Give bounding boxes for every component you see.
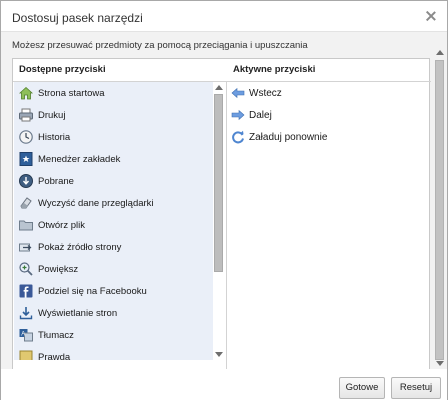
list-item-label: Menedżer zakładek: [38, 153, 121, 165]
list-item-label: Historia: [38, 131, 71, 143]
customize-toolbar-dialog: Dostosuj pasek narzędzi Możesz przesuwać…: [0, 0, 448, 401]
list-item-open-file[interactable]: Otwórz plik: [14, 214, 213, 236]
list-item-clear-data[interactable]: Wyczyść dane przeglądarki: [14, 192, 213, 214]
forward-arrow-icon: [230, 107, 246, 123]
list-item-zoom[interactable]: Powiększ: [14, 258, 213, 280]
close-icon[interactable]: [425, 10, 437, 22]
list-item-history[interactable]: Historia: [14, 126, 213, 148]
home-icon: [18, 85, 34, 101]
list-item-page-display[interactable]: Wyświetlanie stron: [14, 302, 213, 324]
list-item-translate[interactable]: A Tłumacz: [14, 324, 213, 346]
list-item-label: Powiększ: [38, 263, 79, 275]
list-item-label: Tłumacz: [38, 329, 74, 341]
list-item-label: Prawda: [38, 351, 71, 361]
misc-icon: [18, 349, 34, 360]
scroll-down-icon[interactable]: [436, 361, 444, 366]
facebook-icon: [18, 283, 34, 299]
bookmark-star-icon: [18, 151, 34, 167]
dialog-title: Dostosuj pasek narzędzi: [12, 11, 143, 25]
dialog-footer: Gotowe Resetuj: [1, 369, 447, 401]
list-item-downloads[interactable]: Pobrane: [14, 170, 213, 192]
list-item-label: Pobrane: [38, 175, 74, 187]
translate-icon: A: [18, 327, 34, 343]
reset-button[interactable]: Resetuj: [391, 377, 441, 399]
list-item-label: Podziel się na Facebooku: [38, 285, 147, 297]
active-item-forward[interactable]: Dalej: [228, 104, 272, 126]
download-globe-icon: [18, 173, 34, 189]
active-buttons-header: Aktywne przyciski: [233, 64, 316, 75]
list-item-label: Drukuj: [38, 109, 66, 121]
scroll-up-icon[interactable]: [215, 85, 223, 90]
reload-icon: [230, 129, 246, 145]
buttons-panels: Dostępne przyciski Aktywne przyciski Str…: [12, 58, 431, 389]
scroll-up-icon[interactable]: [436, 50, 444, 55]
view-source-icon: [18, 239, 34, 255]
list-item-label: Wyświetlanie stron: [38, 307, 118, 319]
available-buttons-list[interactable]: Strona startowa Drukuj Historia Menedżer…: [14, 82, 213, 360]
list-item-label: Wyczyść dane przeglądarki: [38, 197, 154, 209]
page-display-icon: [18, 305, 34, 321]
printer-icon: [18, 107, 34, 123]
svg-text:A: A: [21, 331, 25, 337]
list-item-print[interactable]: Drukuj: [14, 104, 213, 126]
available-buttons-header: Dostępne przyciski: [19, 64, 106, 75]
list-item-home[interactable]: Strona startowa: [14, 82, 213, 104]
zoom-icon: [18, 261, 34, 277]
history-clock-icon: [18, 129, 34, 145]
active-item-reload[interactable]: Załaduj ponownie: [228, 126, 327, 148]
panel-divider: [226, 81, 227, 389]
list-item-view-source[interactable]: Pokaż źródło strony: [14, 236, 213, 258]
eraser-icon: [18, 195, 34, 211]
scrollbar-thumb[interactable]: [214, 94, 223, 272]
folder-icon: [18, 217, 34, 233]
active-item-label: Załaduj ponownie: [249, 131, 328, 143]
active-item-label: Wstecz: [249, 87, 282, 99]
scroll-down-icon[interactable]: [215, 352, 223, 357]
available-list-scrollbar[interactable]: [213, 82, 225, 360]
done-button[interactable]: Gotowe: [339, 377, 385, 399]
dialog-titlebar: Dostosuj pasek narzędzi: [1, 1, 447, 31]
scrollbar-thumb[interactable]: [435, 60, 444, 360]
list-item-facebook[interactable]: Podziel się na Facebooku: [14, 280, 213, 302]
dialog-body: Możesz przesuwać przedmioty za pomocą pr…: [1, 31, 447, 389]
list-item-label: Otwórz plik: [38, 219, 85, 231]
list-item-label: Strona startowa: [38, 87, 105, 99]
active-item-label: Dalej: [249, 109, 272, 121]
dialog-scrollbar[interactable]: [434, 50, 446, 370]
active-item-back[interactable]: Wstecz: [228, 82, 282, 104]
instructions-text: Możesz przesuwać przedmioty za pomocą pr…: [12, 40, 308, 51]
list-item-misc[interactable]: Prawda: [14, 346, 213, 360]
list-item-bookmarks[interactable]: Menedżer zakładek: [14, 148, 213, 170]
back-arrow-icon: [230, 85, 246, 101]
list-item-label: Pokaż źródło strony: [38, 241, 122, 253]
